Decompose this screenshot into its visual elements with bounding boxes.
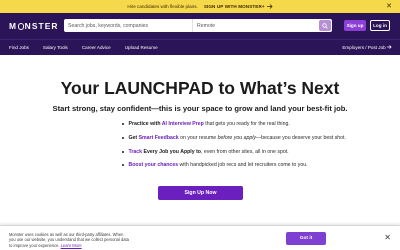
nav-employers-post-job[interactable]: Employers / Post Job	[342, 45, 392, 50]
feature-list: Practice with AI Interview Prep that get…	[122, 121, 382, 176]
promo-cta-label: SIGN UP WITH MONSTER+	[203, 4, 265, 9]
cookie-banner: Monster uses cookies as well as our thir…	[0, 225, 400, 250]
feature-item: Boost your chances with handpicked job r…	[122, 162, 382, 176]
feature-item: Get Smart Feedback on your resume before…	[122, 135, 382, 149]
got-it-button[interactable]: Got it	[286, 232, 326, 245]
search-input[interactable]: Search jobs, keywords, companies	[64, 23, 192, 29]
bullet-dot	[122, 136, 124, 139]
feature-item: Track Every Job you Apply to, even from …	[122, 149, 382, 163]
bullet-dot	[122, 123, 124, 125]
track-link[interactable]: Track	[129, 149, 143, 155]
promo-cta-link[interactable]: SIGN UP WITH MONSTER+	[204, 4, 273, 9]
signup-button[interactable]: Sign up	[344, 20, 366, 31]
location-input[interactable]: Remote	[192, 19, 319, 32]
site-header: M NSTER Search jobs, keywords, companies …	[0, 13, 400, 39]
sub-nav: Find Jobs Salary Tools Career Advice Upl…	[0, 39, 400, 55]
boost-chances-link[interactable]: Boost your chances	[129, 162, 179, 168]
bullet-dot	[122, 164, 124, 167]
smart-feedback-link[interactable]: Smart Feedback	[139, 135, 179, 141]
search-button[interactable]	[319, 20, 331, 31]
nav-career-advice[interactable]: Career Advice	[82, 45, 111, 50]
arrow-right-icon	[387, 45, 392, 49]
close-icon[interactable]: ✕	[384, 233, 391, 242]
arrow-right-icon	[266, 4, 273, 9]
logo-o-ring	[17, 22, 25, 30]
nav-salary-tools[interactable]: Salary Tools	[43, 45, 68, 50]
search-icon	[322, 22, 328, 29]
promo-text: Hire candidates with flexible plans.	[127, 4, 198, 9]
bullet-dot	[122, 150, 124, 153]
learn-more-link[interactable]: Learn More	[61, 243, 82, 248]
hero-subtitle: Start strong, stay confident—this is you…	[52, 104, 348, 113]
cookie-text: Monster uses cookies as well as our thir…	[9, 232, 129, 248]
nav-find-jobs[interactable]: Find Jobs	[9, 45, 29, 50]
close-icon[interactable]: ✕	[386, 2, 392, 10]
login-button[interactable]: Log in	[370, 20, 390, 31]
ai-interview-prep-link[interactable]: AI Interview Prep	[162, 121, 204, 127]
hero-title: Your LAUNCHPAD to What’s Next	[60, 78, 340, 98]
promo-banner: Hire candidates with flexible plans. SIG…	[0, 0, 400, 13]
monster-logo[interactable]: M NSTER	[9, 21, 59, 31]
search-bar: Search jobs, keywords, companies Remote	[64, 19, 332, 32]
feature-item: Practice with AI Interview Prep that get…	[122, 121, 382, 135]
sign-up-now-button[interactable]: Sign Up Now	[158, 186, 243, 200]
nav-upload-resume[interactable]: Upload Resume	[125, 45, 158, 50]
